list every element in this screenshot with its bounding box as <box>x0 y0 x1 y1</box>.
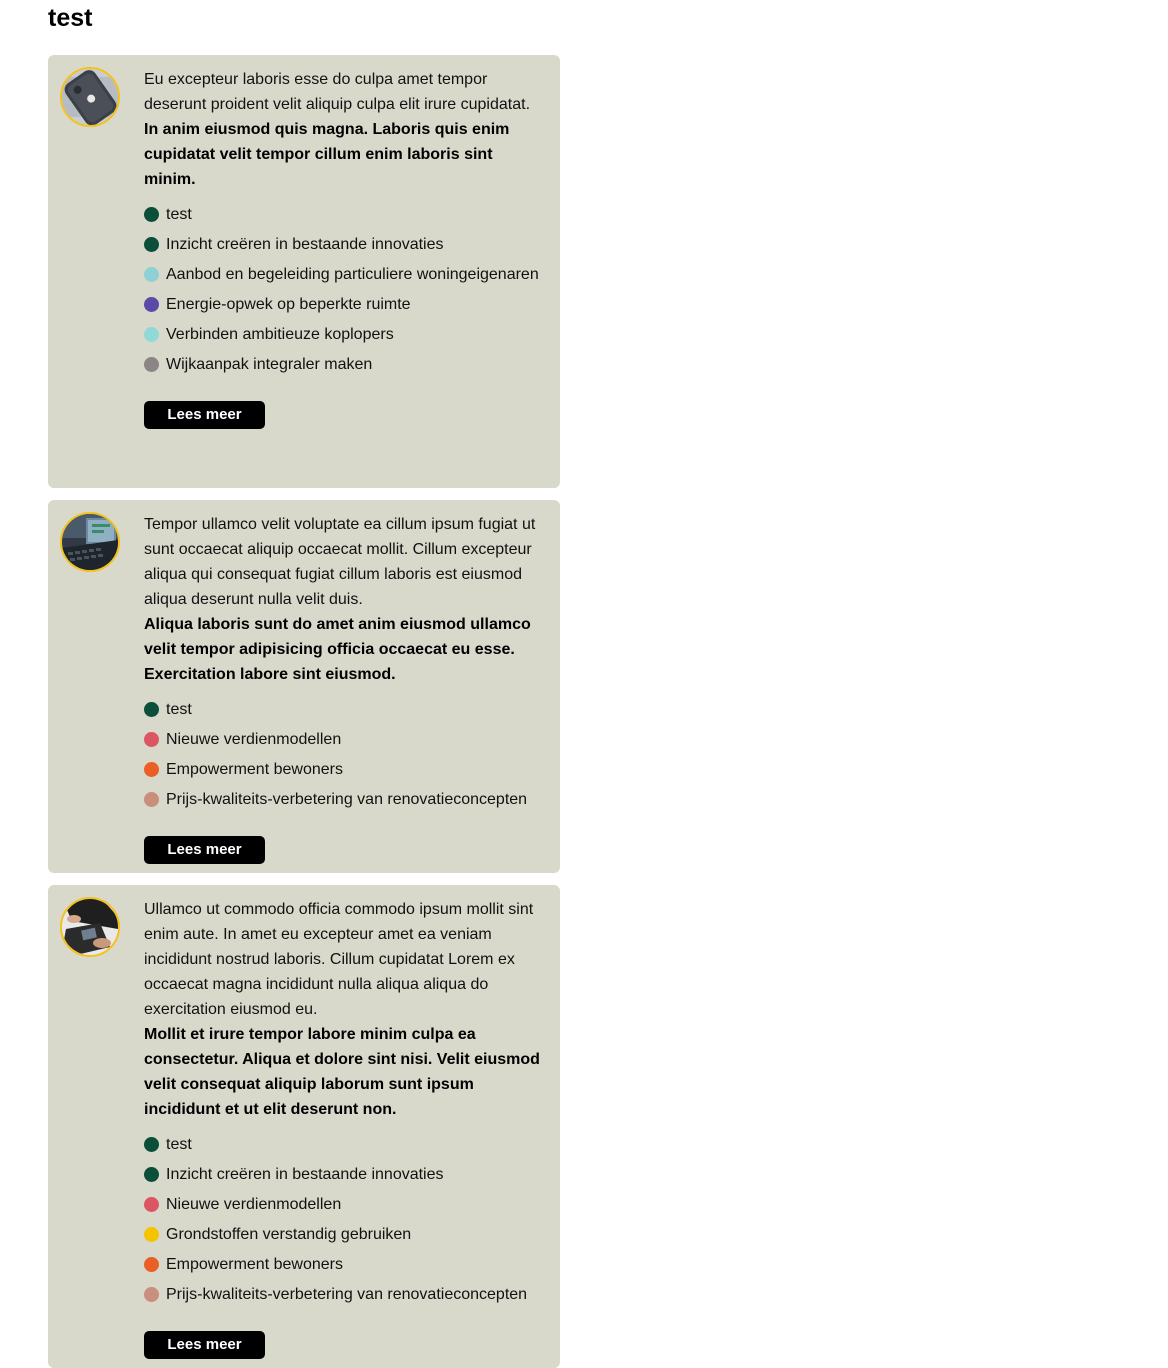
tag-color-dot <box>144 1167 159 1182</box>
desk-photo-avatar <box>60 897 120 957</box>
tag-item: Wijkaanpak integraler maken <box>144 352 544 377</box>
tag-color-dot <box>144 1257 159 1272</box>
card-description: Tempor ullamco velit voluptate ea cillum… <box>144 516 536 608</box>
tag-item: Aanbod en begeleiding particuliere wonin… <box>144 262 544 287</box>
tag-color-dot <box>144 327 159 342</box>
card-list: Eu excepteur laboris esse do culpa amet … <box>48 55 1168 1368</box>
tag-list: test Inzicht creëren in bestaande innova… <box>144 202 544 377</box>
tag-color-dot <box>144 1287 159 1302</box>
tag-label: Empowerment bewoners <box>166 1256 343 1273</box>
tag-item: Nieuwe verdienmodellen <box>144 727 544 752</box>
tag-label: test <box>166 701 192 718</box>
tag-color-dot <box>144 1197 159 1212</box>
tag-color-dot <box>144 1137 159 1152</box>
tag-item: Nieuwe verdienmodellen <box>144 1192 544 1217</box>
tag-label: Prijs-kwaliteits-verbetering van renovat… <box>166 1286 528 1303</box>
tag-list: test Inzicht creëren in bestaande innova… <box>144 1132 544 1307</box>
tag-item: Empowerment bewoners <box>144 757 544 782</box>
read-more-button[interactable]: Lees meer <box>144 1331 265 1359</box>
card-highlight: In anim eiusmod quis magna. Laboris quis… <box>144 121 510 188</box>
phone-photo-avatar <box>60 67 120 127</box>
tag-item: test <box>144 697 544 722</box>
project-card: Eu excepteur laboris esse do culpa amet … <box>48 55 560 488</box>
laptop-photo-avatar <box>60 512 120 572</box>
tag-label: Prijs-kwaliteits-verbetering van renovat… <box>166 791 528 808</box>
tag-color-dot <box>144 207 159 222</box>
page: test Eu excepteur laboris esse do culpa … <box>0 0 1168 1368</box>
tag-color-dot <box>144 762 159 777</box>
tag-item: Energie-opwek op beperkte ruimte <box>144 292 544 317</box>
tag-label: Nieuwe verdienmodellen <box>166 731 342 748</box>
tag-color-dot <box>144 732 159 747</box>
tag-item: Prijs-kwaliteits-verbetering van renovat… <box>144 787 544 812</box>
tag-color-dot <box>144 792 159 807</box>
read-more-button[interactable]: Lees meer <box>144 836 265 864</box>
tag-item: test <box>144 1132 544 1157</box>
tag-item: test <box>144 202 544 227</box>
tag-color-dot <box>144 702 159 717</box>
tag-item: Verbinden ambitieuze koplopers <box>144 322 544 347</box>
tag-label: Empowerment bewoners <box>166 761 343 778</box>
tag-color-dot <box>144 237 159 252</box>
project-card: Tempor ullamco velit voluptate ea cillum… <box>48 500 560 873</box>
card-description: Ullamco ut commodo officia commodo ipsum… <box>144 901 534 1018</box>
card-description: Eu excepteur laboris esse do culpa amet … <box>144 71 531 113</box>
laptop-photo-icon <box>62 514 118 570</box>
tag-label: Wijkaanpak integraler maken <box>166 356 373 373</box>
card-highlight: Mollit et irure tempor labore minim culp… <box>144 1026 540 1118</box>
tag-color-dot <box>144 297 159 312</box>
read-more-button[interactable]: Lees meer <box>144 401 265 429</box>
tag-label: test <box>166 206 192 223</box>
desk-photo-icon <box>62 899 118 955</box>
tag-item: Empowerment bewoners <box>144 1252 544 1277</box>
tag-item: Prijs-kwaliteits-verbetering van renovat… <box>144 1282 544 1307</box>
project-card: Ullamco ut commodo officia commodo ipsum… <box>48 885 560 1368</box>
tag-label: Grondstoffen verstandig gebruiken <box>166 1226 412 1243</box>
tag-color-dot <box>144 267 159 282</box>
tag-item: Inzicht creëren in bestaande innovaties <box>144 1162 544 1187</box>
tag-color-dot <box>144 357 159 372</box>
phone-photo-icon <box>62 69 118 125</box>
tag-label: test <box>166 1136 192 1153</box>
page-title: test <box>48 4 93 32</box>
tag-label: Nieuwe verdienmodellen <box>166 1196 342 1213</box>
tag-label: Inzicht creëren in bestaande innovaties <box>166 1166 444 1183</box>
tag-label: Inzicht creëren in bestaande innovaties <box>166 236 444 253</box>
tag-item: Grondstoffen verstandig gebruiken <box>144 1222 544 1247</box>
tag-label: Aanbod en begeleiding particuliere wonin… <box>166 266 539 283</box>
tag-item: Inzicht creëren in bestaande innovaties <box>144 232 544 257</box>
card-highlight: Aliqua laboris sunt do amet anim eiusmod… <box>144 616 531 683</box>
tag-color-dot <box>144 1227 159 1242</box>
tag-label: Energie-opwek op beperkte ruimte <box>166 296 411 313</box>
tag-label: Verbinden ambitieuze koplopers <box>166 326 394 343</box>
tag-list: test Nieuwe verdienmodellen Empowerment … <box>144 697 544 812</box>
